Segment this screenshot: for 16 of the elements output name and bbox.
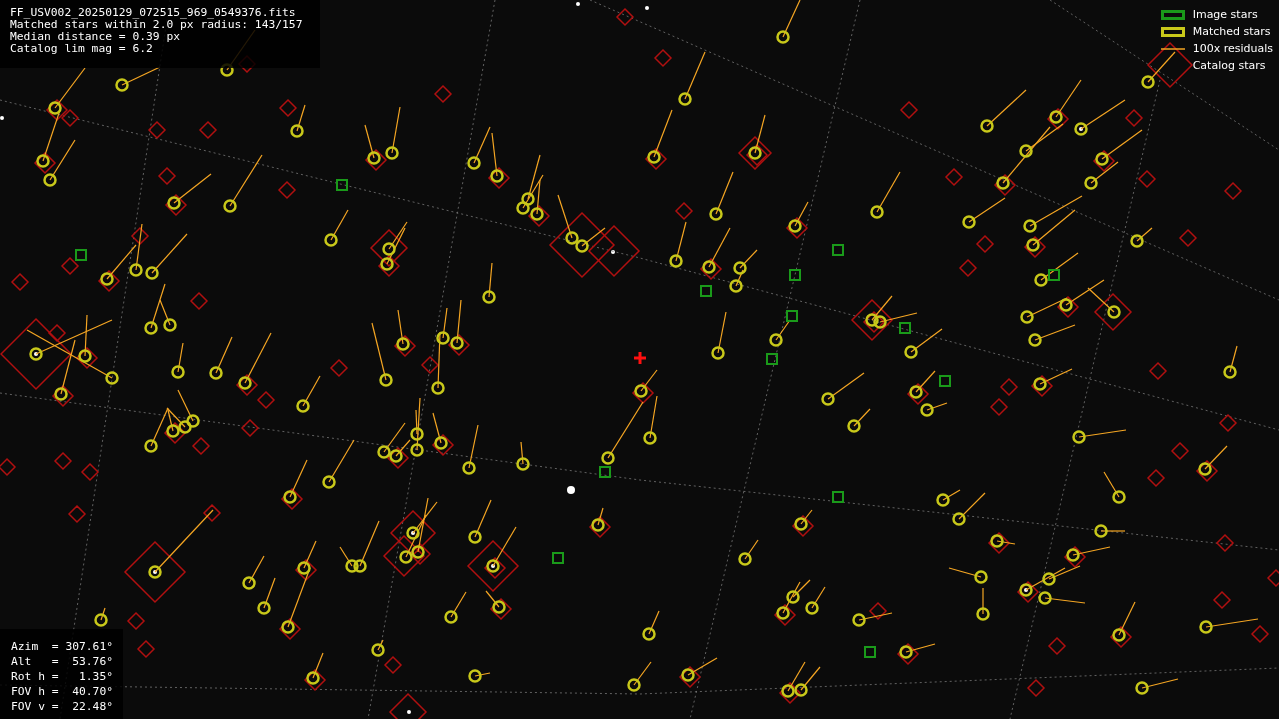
info-text: Azim = 307.61°: [11, 639, 114, 654]
legend-label: Matched stars: [1192, 24, 1271, 40]
legend-label: 100x residuals: [1192, 41, 1273, 57]
info-text: Matched stars within 2.0 px radius: 143/157: [10, 19, 303, 31]
info-text: FOV h = 40.70°: [11, 684, 114, 699]
info-text: Median distance = 0.39 px: [10, 31, 181, 43]
center-cross-icon: [632, 350, 648, 366]
info-text: Rot h = 1.35°: [11, 669, 114, 684]
legend-square-icon: [1160, 26, 1185, 37]
info-text: Alt = 53.76°: [11, 654, 114, 669]
legend-label: Image stars: [1192, 7, 1258, 23]
info-text: Catalog lim mag = 6.2: [10, 43, 153, 55]
legend-square-icon: [1160, 9, 1185, 20]
info-text: FF_USV002_20250129_072515_969_0549376.fits: [10, 7, 296, 19]
info-text: FOV v = 22.48°: [11, 699, 114, 714]
legend-label: Catalog stars: [1192, 58, 1266, 74]
